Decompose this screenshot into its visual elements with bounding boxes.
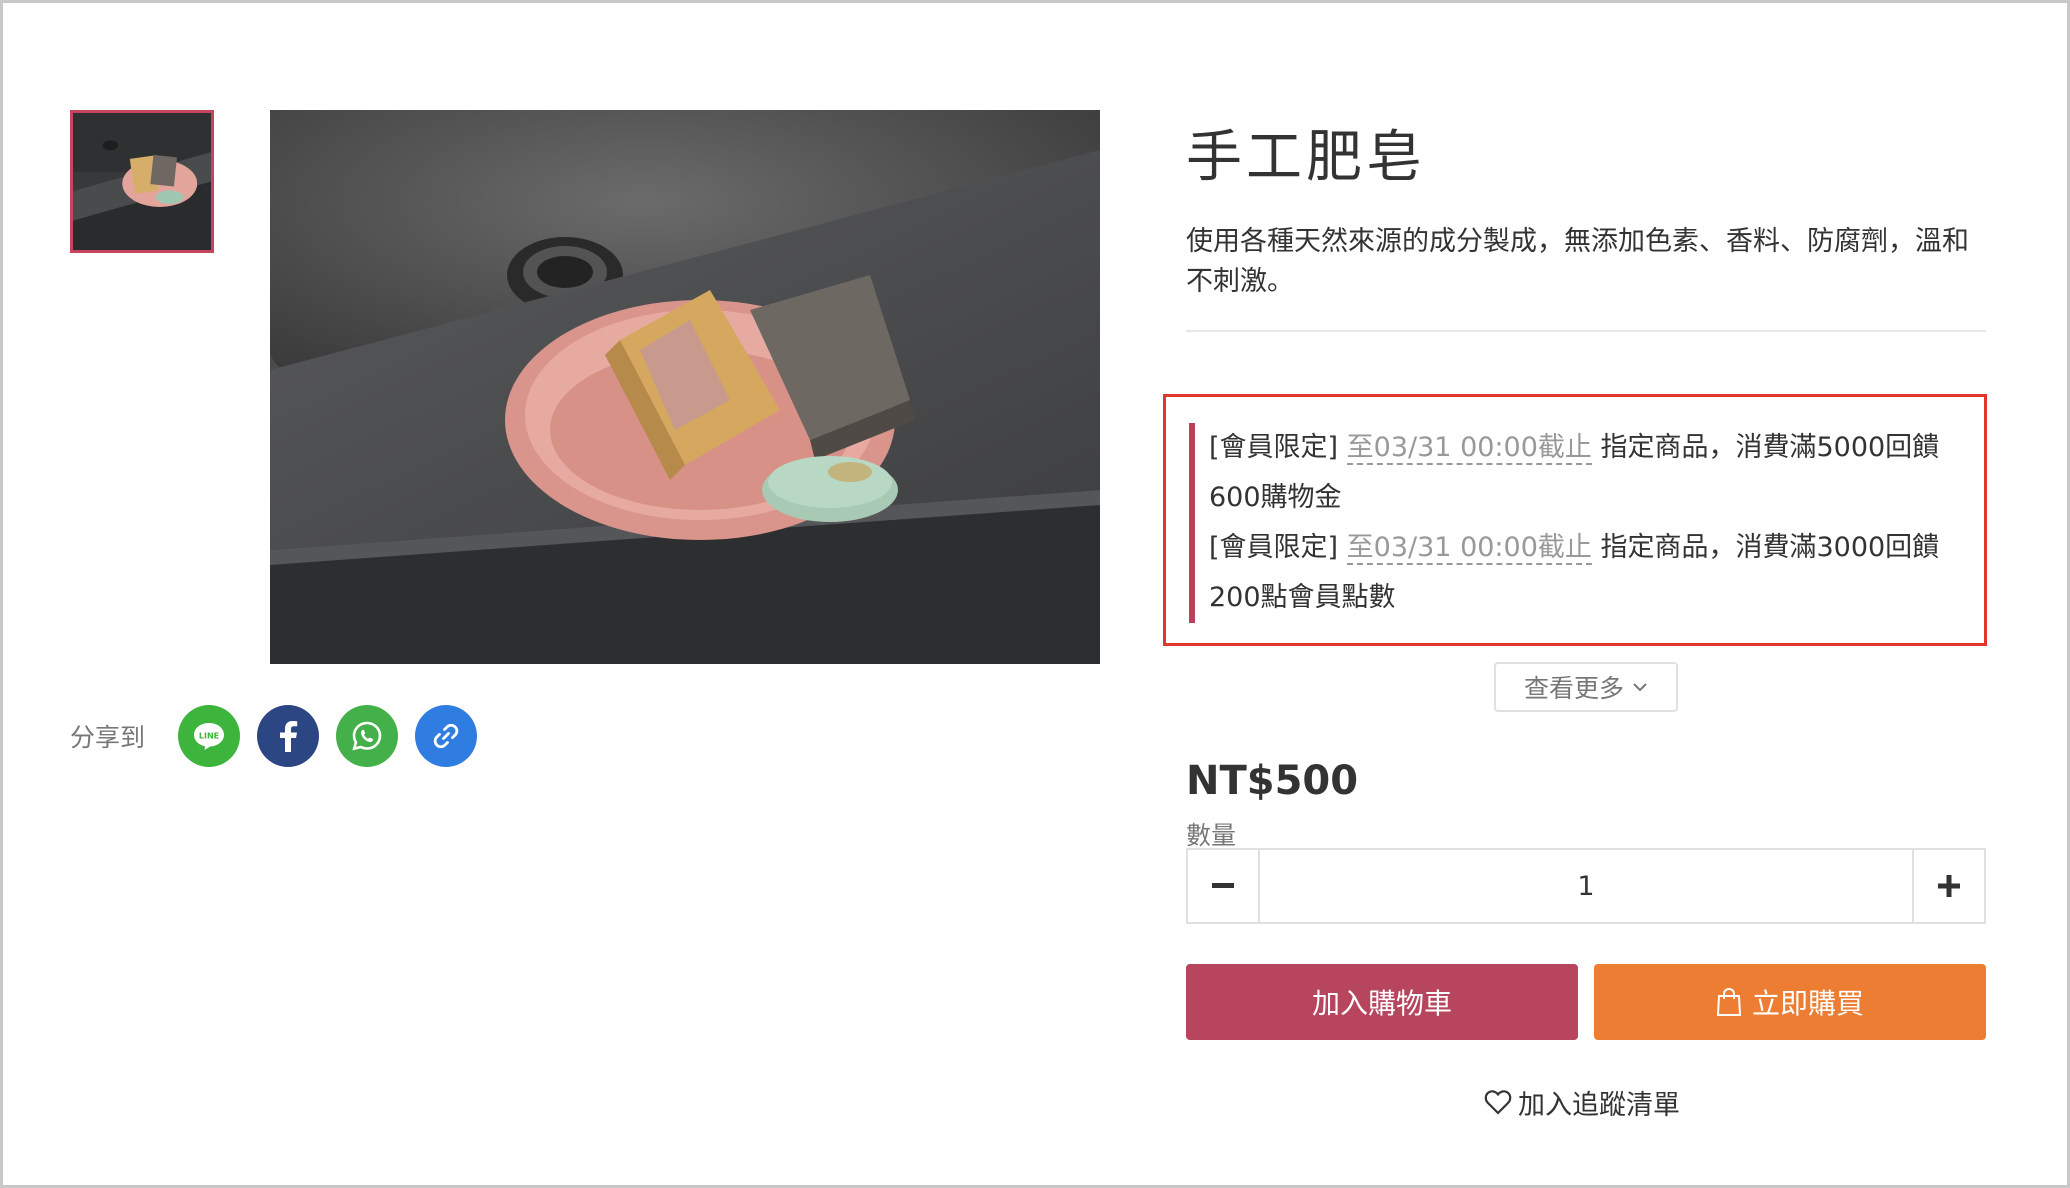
wishlist-label: 加入追蹤清單 xyxy=(1518,1089,1680,1121)
share-whatsapp-button[interactable] xyxy=(336,705,398,767)
promotion-text-cont: 600購物金 xyxy=(1209,482,1342,513)
share-copy-link-button[interactable] xyxy=(415,705,477,767)
promotion-text: 指定商品，消費滿3000回饋 xyxy=(1600,532,1940,563)
line-icon: LINE xyxy=(194,723,224,750)
promotion-item: [會員限定] 至03/31 00:00截止 指定商品，消費滿5000回饋 600… xyxy=(1209,423,1959,523)
facebook-icon xyxy=(280,721,298,752)
divider xyxy=(1186,330,1986,332)
quantity-decrease-button[interactable] xyxy=(1188,850,1260,922)
plus-icon xyxy=(1938,875,1960,897)
add-to-cart-button[interactable]: 加入購物車 xyxy=(1186,964,1578,1040)
promotion-tag: [會員限定] xyxy=(1209,432,1339,463)
see-more-label: 查看更多 xyxy=(1523,674,1624,703)
chevron-down-icon xyxy=(1633,683,1647,692)
shopping-bag-icon xyxy=(1716,987,1742,1016)
share-label: 分享到 xyxy=(70,723,146,752)
soap-photo xyxy=(270,110,1100,664)
buy-now-label: 立即購買 xyxy=(1751,987,1864,1020)
share-facebook-button[interactable] xyxy=(257,705,319,767)
add-to-cart-label: 加入購物車 xyxy=(1311,987,1452,1020)
quantity-label: 數量 xyxy=(1186,821,1237,850)
promotion-text: 指定商品，消費滿5000回饋 xyxy=(1600,432,1940,463)
product-thumbnail[interactable] xyxy=(70,110,214,253)
line-icon-text: LINE xyxy=(199,732,219,741)
product-price: NT$500 xyxy=(1186,758,1359,804)
add-to-wishlist-button[interactable]: 加入追蹤清單 xyxy=(1484,1082,1680,1122)
promotion-item: [會員限定] 至03/31 00:00截止 指定商品，消費滿3000回饋 200… xyxy=(1209,523,1959,623)
quantity-stepper xyxy=(1186,848,1986,924)
link-icon xyxy=(433,723,459,749)
buy-now-button[interactable]: 立即購買 xyxy=(1594,964,1986,1040)
share-bar: 分享到 LINE xyxy=(70,704,494,768)
share-line-button[interactable]: LINE xyxy=(178,705,240,767)
promotion-deadline[interactable]: 至03/31 00:00截止 xyxy=(1346,532,1592,565)
promotion-tag: [會員限定] xyxy=(1209,532,1339,563)
whatsapp-icon xyxy=(352,721,382,751)
promotion-highlight-box: [會員限定] 至03/31 00:00截止 指定商品，消費滿5000回饋 600… xyxy=(1163,394,1987,646)
product-main-image xyxy=(270,110,1100,664)
heart-icon xyxy=(1484,1090,1512,1115)
product-description: 使用各種天然來源的成分製成，無添加色素、香料、防腐劑，溫和不刺激。 xyxy=(1186,226,1969,297)
product-title: 手工肥皂 xyxy=(1186,125,1426,190)
quantity-increase-button[interactable] xyxy=(1912,850,1984,922)
promotion-deadline[interactable]: 至03/31 00:00截止 xyxy=(1346,432,1592,465)
promotion-list: [會員限定] 至03/31 00:00截止 指定商品，消費滿5000回饋 600… xyxy=(1189,423,1959,623)
promotion-text-cont: 200點會員點數 xyxy=(1209,582,1396,613)
see-more-button[interactable]: 查看更多 xyxy=(1494,662,1678,712)
quantity-input[interactable] xyxy=(1260,850,1912,922)
minus-icon xyxy=(1212,883,1234,888)
soap-thumbnail-image xyxy=(73,113,211,250)
